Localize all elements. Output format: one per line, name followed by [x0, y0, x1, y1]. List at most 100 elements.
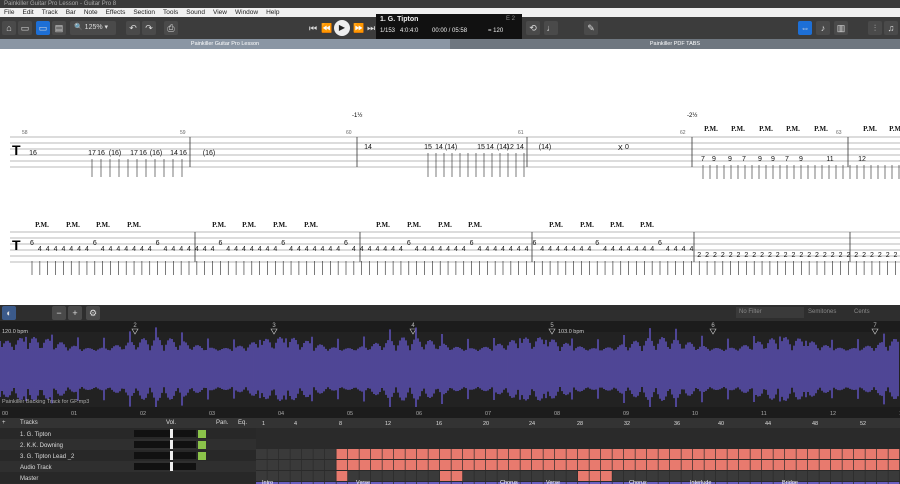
- bar-position: 1/153: [380, 28, 396, 34]
- prev-icon[interactable]: ⏪: [320, 21, 334, 35]
- tab-note: 4: [148, 246, 152, 253]
- palm-mute-label: P.M.: [407, 221, 421, 229]
- tab-note: 4: [580, 246, 584, 253]
- track-clip: [612, 471, 624, 481]
- track-clip: [819, 460, 831, 470]
- menu-item-sound[interactable]: Sound: [182, 8, 209, 17]
- track-clip: [474, 460, 486, 470]
- track-clip: [336, 471, 348, 481]
- undo-icon[interactable]: ↶: [126, 21, 140, 35]
- tab-lesson[interactable]: Painkiller Guitar Pro Lesson: [0, 39, 450, 49]
- menu-item-bar[interactable]: Bar: [62, 8, 80, 17]
- tab-note: 4: [603, 246, 607, 253]
- palm-mute-label: P.M.: [468, 221, 482, 229]
- pencil-icon[interactable]: ✎: [584, 21, 598, 35]
- track-clip: [578, 460, 589, 470]
- tab-note: 4: [477, 246, 481, 253]
- tab-note: 4: [525, 246, 529, 253]
- tab-note: 6: [532, 240, 536, 247]
- tab-note: 4: [572, 246, 576, 253]
- palm-mute-label: P.M.: [35, 221, 49, 229]
- time-readout: 00:00 / 05:58: [432, 28, 468, 34]
- tab-note: 16: [179, 150, 187, 157]
- menu-item-help[interactable]: Help: [262, 8, 283, 17]
- track-clip: [463, 460, 474, 470]
- palm-mute-label: P.M.: [242, 221, 256, 229]
- track-clip: [831, 460, 842, 470]
- time-label: 00: [2, 411, 8, 417]
- tab-note: 4: [438, 246, 442, 253]
- section-label: Verse: [356, 480, 370, 484]
- volume-handle: [170, 429, 173, 438]
- signature-readout: 4:0:4:0: [400, 28, 419, 34]
- track-clip: [877, 449, 888, 459]
- menu-item-edit[interactable]: Edit: [18, 8, 37, 17]
- menu-item-view[interactable]: View: [209, 8, 231, 17]
- cents-label: Cents: [854, 309, 870, 315]
- track-grid[interactable]: 1 4 8 12 16 20 24 28 32 36 40 44 48 521. G. Tipton2. …: [0, 418, 900, 484]
- settings-icon[interactable]: ⚙: [86, 306, 100, 320]
- menu-item-section[interactable]: Section: [129, 8, 159, 17]
- track-a-badge: [198, 430, 206, 438]
- tab-note: 4: [289, 246, 293, 253]
- play-button[interactable]: ▶: [334, 20, 350, 36]
- redo-icon[interactable]: ↷: [142, 21, 156, 35]
- dead-note: X: [618, 145, 623, 152]
- track-clip: [474, 471, 486, 481]
- print-icon[interactable]: ⎙: [164, 21, 178, 35]
- page-view-icon[interactable]: ▭: [36, 21, 50, 35]
- tab-note: 4: [399, 246, 403, 253]
- arrows-icon[interactable]: ⇔: [798, 21, 812, 35]
- time-label: 10: [692, 411, 698, 417]
- tab-note: 2: [791, 252, 795, 259]
- track-clip: [543, 449, 555, 459]
- track-clip: [267, 460, 279, 470]
- tab-note: 6: [595, 240, 599, 247]
- filter-select[interactable]: No Filter: [736, 307, 804, 318]
- track-clip: [601, 471, 612, 481]
- track-clip: [566, 471, 578, 481]
- track-clip: [808, 460, 819, 470]
- tab-pdf[interactable]: Painkiller PDF TABS: [450, 39, 900, 49]
- palm-mute-label: P.M.: [580, 221, 594, 229]
- tab-note: 2: [839, 252, 843, 259]
- zoom-select[interactable]: 🔍 125% ▾: [70, 21, 116, 35]
- toggle-icon[interactable]: ◐: [2, 306, 16, 320]
- track-clip: [739, 460, 750, 470]
- menu-item-note[interactable]: Note: [80, 8, 102, 17]
- score-view[interactable]: T 58 59 60 61 62 63 16 17 16 (16) 17 16 (16) 14 16 (16) 1…: [0, 49, 900, 305]
- track-a-badge: [198, 441, 206, 449]
- tab-note: 4: [61, 246, 65, 253]
- audio-waveform[interactable]: 2345670001020304050607080910111213 120.0…: [0, 321, 900, 418]
- tab-note: 4: [689, 246, 693, 253]
- track-clip: [877, 471, 888, 481]
- track-name: 3. G. Tipton Lead _2: [20, 454, 75, 460]
- tab-note: 2: [815, 252, 819, 259]
- tab-note: 14: [486, 144, 494, 151]
- track-display: 1. G. Tipton 1/153 4:0:4:0 00:00 / 05:58…: [376, 14, 522, 40]
- menu-item-tools[interactable]: Tools: [159, 8, 182, 17]
- menu-item-effects[interactable]: Effects: [102, 8, 130, 17]
- screen-view-icon[interactable]: ▤: [52, 21, 66, 35]
- piano-icon[interactable]: ▥: [834, 21, 848, 35]
- menu-item-window[interactable]: Window: [231, 8, 262, 17]
- track-clip: [888, 471, 900, 481]
- metronome-icon[interactable]: ♩: [544, 21, 558, 35]
- tab-note: 12: [858, 156, 866, 163]
- track-clip: [704, 460, 716, 470]
- audio-toolbar: ◐ − + ⚙ No Filter Semitones Cents: [0, 305, 900, 321]
- tab-note: 4: [619, 246, 623, 253]
- section-label: Intro: [262, 480, 273, 484]
- menu-item-file[interactable]: File: [0, 8, 18, 17]
- home-icon[interactable]: ⌂: [2, 21, 16, 35]
- track-clip: [428, 471, 440, 481]
- menu-item-track[interactable]: Track: [38, 8, 62, 17]
- loop-icon[interactable]: ⟲: [526, 21, 540, 35]
- mixer-icon[interactable]: ⫶: [868, 21, 882, 35]
- guitar-icon[interactable]: ♪: [816, 21, 830, 35]
- zoom-out-icon[interactable]: −: [52, 306, 66, 320]
- first-icon[interactable]: ⏮: [306, 21, 320, 35]
- zoom-in-icon[interactable]: +: [68, 306, 82, 320]
- tuner-icon[interactable]: ♫: [884, 21, 898, 35]
- layout-icon[interactable]: ▭: [18, 21, 32, 35]
